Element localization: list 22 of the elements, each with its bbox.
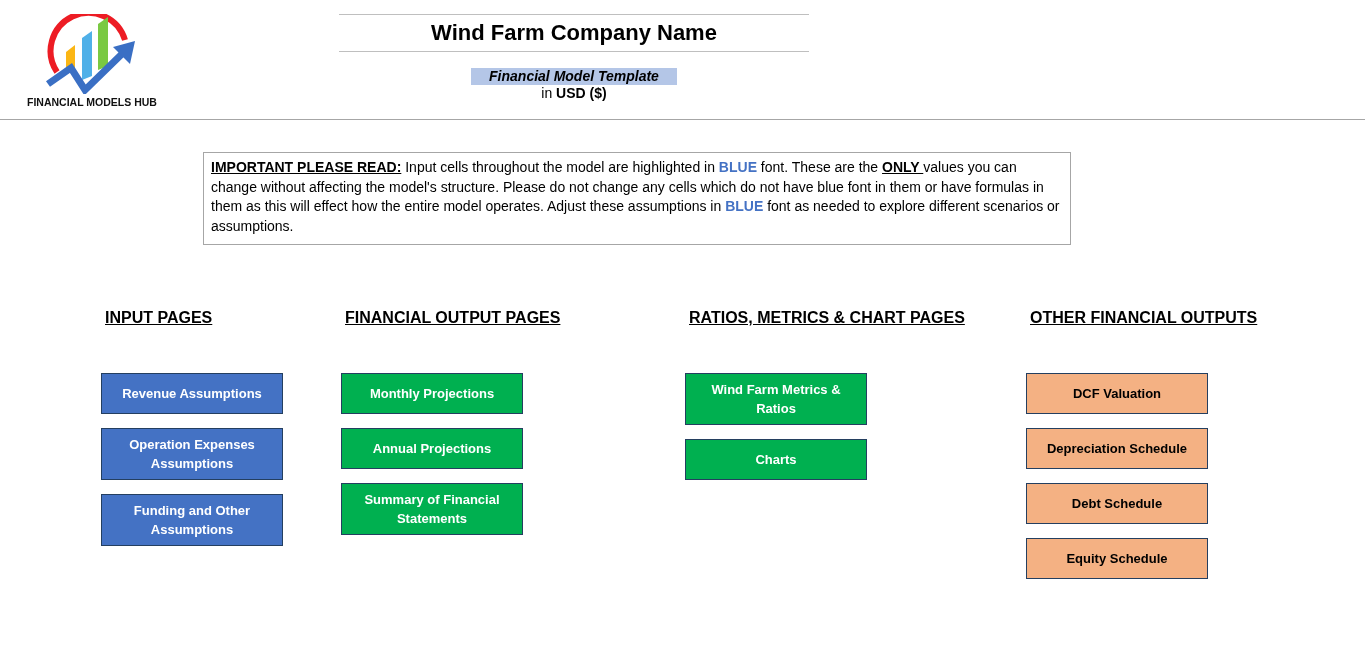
logo-text: FINANCIAL MODELS HUB (27, 96, 157, 109)
page-link-button[interactable]: DCF Valuation (1026, 373, 1208, 414)
page-link-button[interactable]: Depreciation Schedule (1026, 428, 1208, 469)
currency-label: in USD ($) (541, 85, 607, 102)
instructions-note: IMPORTANT PLEASE READ: Input cells throughout the model are highlighted in BLUE font. These are the ONLY values you can change without affecting the model's structure. Please do not change any cells which do not have blue font in them or have formulas in them as this will effect how the entire model operates. Adjust these assumptions in BLUE font as needed to explore different scenarios or assumptions. (203, 152, 1071, 245)
page-link-button[interactable]: Annual Projections (341, 428, 523, 469)
page-link-button[interactable]: Monthly Projections (341, 373, 523, 414)
company-title: Wind Farm Company Name (431, 19, 717, 47)
page-link-button[interactable]: Wind Farm Metrics & Ratios (685, 373, 867, 425)
page-link-button[interactable]: Charts (685, 439, 867, 480)
section-heading: INPUT PAGES (105, 308, 213, 328)
page-link-button[interactable]: Revenue Assumptions (101, 373, 283, 414)
section-heading: RATIOS, METRICS & CHART PAGES (689, 308, 965, 328)
page-link-button[interactable]: Funding and Other Assumptions (101, 494, 283, 546)
template-subtitle: Financial Model Template (471, 68, 677, 85)
section-heading: FINANCIAL OUTPUT PAGES (345, 308, 561, 328)
page-link-button[interactable]: Debt Schedule (1026, 483, 1208, 524)
page-link-button[interactable]: Equity Schedule (1026, 538, 1208, 579)
page-link-button[interactable]: Operation Expenses Assumptions (101, 428, 283, 480)
section-heading: OTHER FINANCIAL OUTPUTS (1030, 308, 1258, 328)
page-link-button[interactable]: Summary of Financial Statements (341, 483, 523, 535)
bar-chart-arrow-icon (45, 14, 137, 94)
